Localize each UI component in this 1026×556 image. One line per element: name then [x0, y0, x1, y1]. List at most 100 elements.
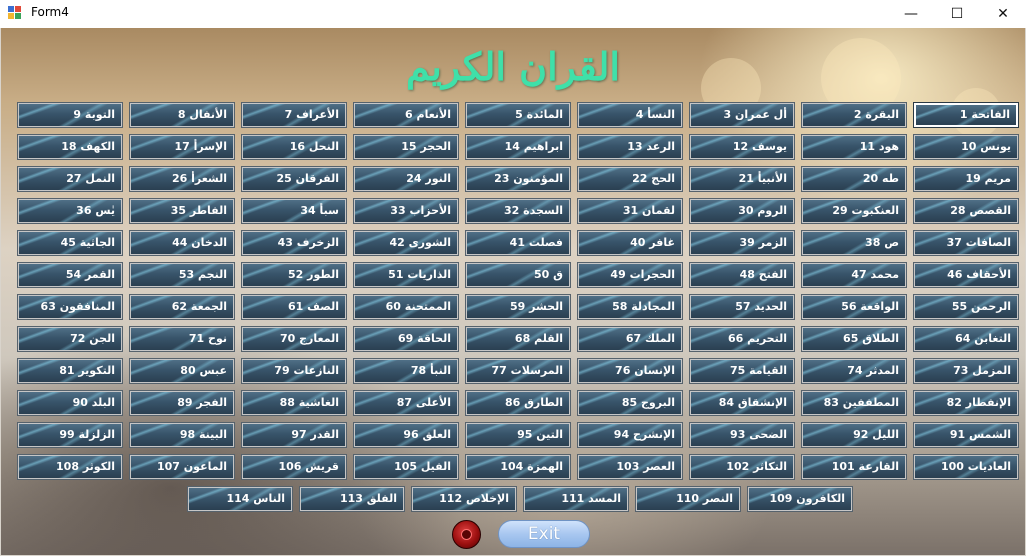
- surah-button-21[interactable]: الأنبيأ 21: [689, 166, 795, 192]
- surah-button-77[interactable]: المرسلات 77: [465, 358, 571, 384]
- surah-button-63[interactable]: المنافقون 63: [17, 294, 123, 320]
- surah-button-27[interactable]: النمل 27: [17, 166, 123, 192]
- surah-button-88[interactable]: الغاشية 88: [241, 390, 347, 416]
- surah-button-110[interactable]: النصر 110: [635, 486, 741, 512]
- surah-button-5[interactable]: المائدة 5: [465, 102, 571, 128]
- surah-button-22[interactable]: الحج 22: [577, 166, 683, 192]
- surah-button-26[interactable]: الشعرأ 26: [129, 166, 235, 192]
- surah-button-37[interactable]: الصافات 37: [913, 230, 1019, 256]
- surah-button-1[interactable]: الفاتحة 1: [913, 102, 1019, 128]
- surah-button-92[interactable]: الليل 92: [801, 422, 907, 448]
- surah-button-41[interactable]: فصلت 41: [465, 230, 571, 256]
- surah-button-25[interactable]: الفرقان 25: [241, 166, 347, 192]
- surah-button-100[interactable]: العاديات 100: [913, 454, 1019, 480]
- surah-button-75[interactable]: القيامة 75: [689, 358, 795, 384]
- surah-button-101[interactable]: القارعة 101: [801, 454, 907, 480]
- surah-button-99[interactable]: الزلزلة 99: [17, 422, 123, 448]
- surah-button-33[interactable]: الأحزاب 33: [353, 198, 459, 224]
- surah-button-8[interactable]: الأنفال 8: [129, 102, 235, 128]
- surah-button-30[interactable]: الروم 30: [689, 198, 795, 224]
- surah-button-103[interactable]: العصر 103: [577, 454, 683, 480]
- surah-button-70[interactable]: المعارج 70: [241, 326, 347, 352]
- surah-button-6[interactable]: الأنعام 6: [353, 102, 459, 128]
- minimize-button[interactable]: —: [888, 0, 934, 28]
- surah-button-20[interactable]: طه 20: [801, 166, 907, 192]
- surah-button-94[interactable]: الإنشرح 94: [577, 422, 683, 448]
- surah-button-91[interactable]: الشمس 91: [913, 422, 1019, 448]
- surah-button-104[interactable]: الهمزة 104: [465, 454, 571, 480]
- surah-button-80[interactable]: عبس 80: [129, 358, 235, 384]
- surah-button-65[interactable]: الطلاق 65: [801, 326, 907, 352]
- surah-button-45[interactable]: الجاثية 45: [17, 230, 123, 256]
- record-button[interactable]: [452, 520, 481, 549]
- surah-button-82[interactable]: الإنفطار 82: [913, 390, 1019, 416]
- surah-button-113[interactable]: الفلق 113: [299, 486, 405, 512]
- surah-button-36[interactable]: يٰس 36: [17, 198, 123, 224]
- surah-button-14[interactable]: ابراهيم 14: [465, 134, 571, 160]
- surah-button-43[interactable]: الزخرف 43: [241, 230, 347, 256]
- surah-button-62[interactable]: الجمعة 62: [129, 294, 235, 320]
- surah-button-3[interactable]: أل عمران 3: [689, 102, 795, 128]
- surah-button-4[interactable]: النسأ 4: [577, 102, 683, 128]
- surah-button-98[interactable]: البينة 98: [129, 422, 235, 448]
- surah-button-18[interactable]: الكهف 18: [17, 134, 123, 160]
- surah-button-57[interactable]: الحديد 57: [689, 294, 795, 320]
- surah-button-51[interactable]: الذاريات 51: [353, 262, 459, 288]
- surah-button-48[interactable]: الفتح 48: [689, 262, 795, 288]
- surah-button-12[interactable]: يوسف 12: [689, 134, 795, 160]
- surah-button-68[interactable]: القلم 68: [465, 326, 571, 352]
- surah-button-35[interactable]: الفاطر 35: [129, 198, 235, 224]
- surah-button-40[interactable]: غافر 40: [577, 230, 683, 256]
- surah-button-72[interactable]: الجن 72: [17, 326, 123, 352]
- surah-button-74[interactable]: المدثر 74: [801, 358, 907, 384]
- surah-button-29[interactable]: العنكبوت 29: [801, 198, 907, 224]
- surah-button-11[interactable]: هود 11: [801, 134, 907, 160]
- surah-button-81[interactable]: التكوير 81: [17, 358, 123, 384]
- surah-button-31[interactable]: لقمان 31: [577, 198, 683, 224]
- surah-button-107[interactable]: الماعون 107: [129, 454, 235, 480]
- surah-button-69[interactable]: الحاقة 69: [353, 326, 459, 352]
- surah-button-60[interactable]: الممتحنة 60: [353, 294, 459, 320]
- surah-button-58[interactable]: المجادلة 58: [577, 294, 683, 320]
- surah-button-108[interactable]: الكوثر 108: [17, 454, 123, 480]
- surah-button-39[interactable]: الزمر 39: [689, 230, 795, 256]
- surah-button-19[interactable]: مريم 19: [913, 166, 1019, 192]
- surah-button-83[interactable]: المطففين 83: [801, 390, 907, 416]
- surah-button-97[interactable]: القدر 97: [241, 422, 347, 448]
- surah-button-24[interactable]: النور 24: [353, 166, 459, 192]
- surah-button-50[interactable]: ق 50: [465, 262, 571, 288]
- surah-button-79[interactable]: النازعات 79: [241, 358, 347, 384]
- surah-button-95[interactable]: التين 95: [465, 422, 571, 448]
- surah-button-53[interactable]: النجم 53: [129, 262, 235, 288]
- surah-button-10[interactable]: يونس 10: [913, 134, 1019, 160]
- surah-button-38[interactable]: ص 38: [801, 230, 907, 256]
- maximize-button[interactable]: ☐: [934, 0, 980, 28]
- surah-button-46[interactable]: الأحقاف 46: [913, 262, 1019, 288]
- exit-button[interactable]: Exit: [498, 520, 590, 548]
- surah-button-90[interactable]: البلد 90: [17, 390, 123, 416]
- surah-button-28[interactable]: القصص 28: [913, 198, 1019, 224]
- surah-button-71[interactable]: نوح 71: [129, 326, 235, 352]
- surah-button-55[interactable]: الرحمن 55: [913, 294, 1019, 320]
- surah-button-86[interactable]: الطارق 86: [465, 390, 571, 416]
- surah-button-44[interactable]: الدخان 44: [129, 230, 235, 256]
- surah-button-16[interactable]: النحل 16: [241, 134, 347, 160]
- surah-button-102[interactable]: التكاثر 102: [689, 454, 795, 480]
- surah-button-85[interactable]: البروج 85: [577, 390, 683, 416]
- surah-button-42[interactable]: الشورى 42: [353, 230, 459, 256]
- surah-button-34[interactable]: سبأ 34: [241, 198, 347, 224]
- surah-button-114[interactable]: الناس 114: [187, 486, 293, 512]
- surah-button-7[interactable]: الأعراف 7: [241, 102, 347, 128]
- surah-button-105[interactable]: الفيل 105: [353, 454, 459, 480]
- surah-button-109[interactable]: الكافرون 109: [747, 486, 853, 512]
- close-button[interactable]: ✕: [980, 0, 1026, 28]
- surah-button-106[interactable]: قريش 106: [241, 454, 347, 480]
- surah-button-112[interactable]: الإخلاص 112: [411, 486, 517, 512]
- surah-button-56[interactable]: الواقعة 56: [801, 294, 907, 320]
- surah-button-54[interactable]: القمر 54: [17, 262, 123, 288]
- surah-button-13[interactable]: الرعد 13: [577, 134, 683, 160]
- surah-button-67[interactable]: الملك 67: [577, 326, 683, 352]
- surah-button-73[interactable]: المزمل 73: [913, 358, 1019, 384]
- surah-button-84[interactable]: الإنشقاق 84: [689, 390, 795, 416]
- surah-button-111[interactable]: المسد 111: [523, 486, 629, 512]
